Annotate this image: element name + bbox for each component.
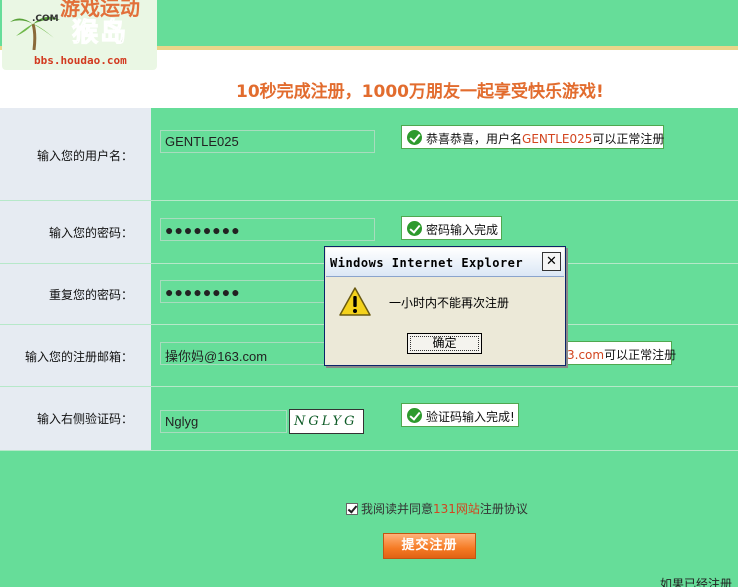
logo-url-text: bbs.houdao.com [34,54,127,67]
password-status: 密码输入完成 [401,216,502,240]
captcha-status: 验证码输入完成! [401,403,519,427]
username-status-suffix: 可以正常注册 [592,132,665,146]
captcha-status-text: 验证码输入完成! [426,410,515,424]
logo-brand-text: 猴岛 [71,18,129,49]
agreement-site-link[interactable]: 131网站 [433,502,480,516]
username-status: 恭喜恭喜，用户名GENTLE025可以正常注册 [401,125,664,149]
dialog-close-button[interactable]: ✕ [542,252,561,271]
logo-com-text: .COM [32,14,59,24]
password-input[interactable]: ●●●●●●●● [160,218,375,241]
password-label: 输入您的密码： [48,226,133,240]
dialog-ok-button[interactable]: 确定 [407,333,482,354]
email-label: 输入您的注册邮箱： [24,350,133,364]
dialog-message: 一小时内不能再次注册 [389,296,510,310]
row-divider [0,386,738,387]
email-status-suffix: 可以正常注册 [604,348,677,362]
dialog-titlebar[interactable]: Windows Internet Explorer ✕ [326,248,564,277]
username-input[interactable]: GENTLE025 [160,130,375,153]
row-divider [0,450,738,451]
captcha-image[interactable]: NGLYG [289,409,364,434]
row-divider [0,200,738,201]
password-repeat-label: 重复您的密码： [48,288,133,302]
username-label: 输入您的用户名： [36,149,133,163]
username-status-name: GENTLE025 [522,132,593,146]
submit-register-button[interactable]: 提交注册 [383,533,476,559]
slogan: 10秒完成注册，1000万朋友一起享受快乐游戏! [236,82,604,102]
check-icon [407,221,422,236]
password-status-text: 密码输入完成 [426,223,499,237]
site-logo[interactable]: 游戏运动 .COM 猴岛 bbs.houdao.com [2,0,157,70]
agreement-suffix: 注册协议 [479,502,528,516]
agreement-checkbox[interactable] [346,503,358,515]
agreement-prefix: 我阅读并同意 [361,502,434,516]
captcha-input[interactable]: Nglyg [160,410,287,433]
check-icon [407,408,422,423]
captcha-label: 输入右侧验证码： [36,412,133,426]
alert-dialog: Windows Internet Explorer ✕ 一小时内不能再次注册 确… [324,246,566,366]
warning-icon [339,287,371,316]
username-status-prefix: 恭喜恭喜，用户名 [426,132,523,146]
dialog-title: Windows Internet Explorer [330,256,524,270]
agreement[interactable]: 我阅读并同意131网站注册协议 [346,500,528,517]
email-status-domain: 3.com [567,348,605,362]
login-hint: 如果已经注册 [660,577,733,587]
check-icon [407,130,422,145]
